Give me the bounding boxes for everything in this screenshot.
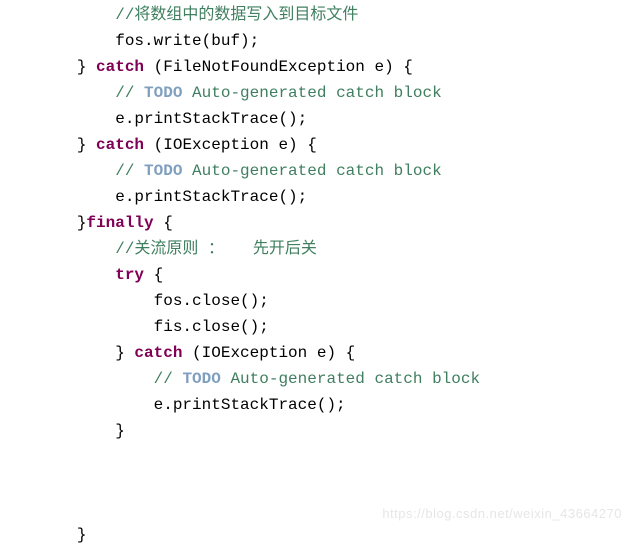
line: e.printStackTrace(); <box>0 396 346 414</box>
keyword-try: try <box>115 266 144 284</box>
blank-line <box>0 500 10 518</box>
line: e.printStackTrace(); <box>0 110 307 128</box>
comment: // TODO Auto-generated catch block <box>115 162 441 180</box>
line: fos.close(); <box>0 292 269 310</box>
watermark: https://blog.csdn.net/weixin_43664270 <box>382 501 622 527</box>
line: try { <box>0 266 163 284</box>
line: // TODO Auto-generated catch block <box>0 370 480 388</box>
todo-tag: TODO <box>144 162 182 180</box>
comment: // TODO Auto-generated catch block <box>154 370 480 388</box>
line: }finally { <box>0 214 173 232</box>
keyword-catch: catch <box>96 58 144 76</box>
line: } <box>0 526 86 544</box>
line: //将数组中的数据写入到目标文件 <box>0 6 358 24</box>
line: } <box>0 422 125 440</box>
todo-tag: TODO <box>144 84 182 102</box>
blank-line <box>0 448 10 466</box>
comment: // TODO Auto-generated catch block <box>115 84 441 102</box>
line: } catch (FileNotFoundException e) { <box>0 58 413 76</box>
blank-line <box>0 474 10 492</box>
line: } catch (IOException e) { <box>0 136 317 154</box>
comment: //关流原则 ： 先开后关 <box>115 240 317 258</box>
line: //关流原则 ： 先开后关 <box>0 240 317 258</box>
line: // TODO Auto-generated catch block <box>0 162 442 180</box>
line: fis.close(); <box>0 318 269 336</box>
todo-tag: TODO <box>182 370 220 388</box>
keyword-catch: catch <box>96 136 144 154</box>
line: fos.write(buf); <box>0 32 259 50</box>
keyword-catch: catch <box>134 344 182 362</box>
comment: //将数组中的数据写入到目标文件 <box>115 6 358 24</box>
line: e.printStackTrace(); <box>0 188 307 206</box>
line: // TODO Auto-generated catch block <box>0 84 442 102</box>
keyword-finally: finally <box>86 214 153 232</box>
code-block: //将数组中的数据写入到目标文件 fos.write(buf); } catch… <box>0 0 632 548</box>
line: } catch (IOException e) { <box>0 344 355 362</box>
